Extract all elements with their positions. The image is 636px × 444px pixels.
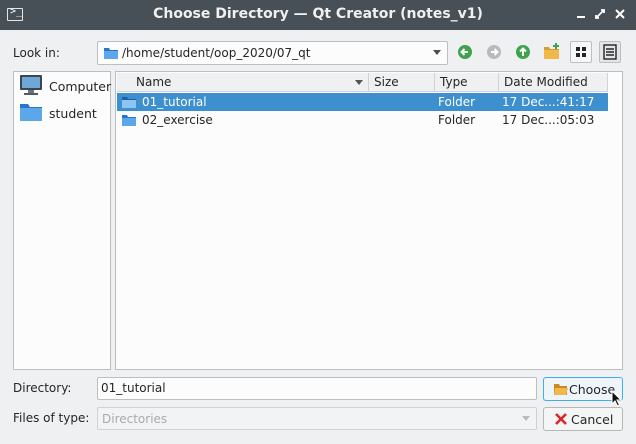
look-in-path: /home/student/oop_2020/07_qt: [122, 46, 311, 60]
computer-icon: [20, 75, 42, 95]
look-in-label: Look in:: [13, 46, 60, 60]
column-header-label: Type: [440, 75, 468, 89]
sidebar-item-computer[interactable]: Computer: [17, 74, 112, 98]
detail-view-button[interactable]: [599, 41, 621, 63]
parent-directory-button[interactable]: [512, 41, 534, 63]
minimize-button[interactable]: [574, 7, 588, 21]
back-button[interactable]: [454, 41, 476, 63]
sidebar-item-student[interactable]: student: [17, 101, 109, 125]
new-folder-button[interactable]: [541, 41, 563, 63]
forward-button[interactable]: [483, 41, 505, 63]
sort-indicator-icon: [355, 80, 363, 85]
table-row[interactable]: 02_exercise Folder 17 Dec...:05:03: [117, 111, 608, 129]
up-arrow-icon: [516, 45, 530, 59]
column-header-label: Name: [136, 75, 172, 89]
directory-input[interactable]: 01_tutorial: [97, 377, 537, 400]
sidebar-item-label: student: [49, 106, 97, 121]
new-folder-icon: [544, 43, 559, 59]
folder-icon: [122, 115, 136, 126]
chevron-down-icon: [433, 50, 441, 55]
column-header-name[interactable]: Name: [117, 73, 369, 92]
file-name: 02_exercise: [142, 113, 213, 127]
forward-arrow-icon: [487, 45, 501, 59]
window-title: Choose Directory — Qt Creator (notes_v1): [153, 6, 483, 22]
title-bar: >_ Choose Directory — Qt Creator (notes_…: [0, 0, 636, 30]
file-list: Name Size Type Date Modified 01_tutorial…: [115, 71, 623, 370]
folder-open-icon: [554, 384, 568, 395]
file-date: 17 Dec...:41:17: [502, 95, 595, 109]
close-button[interactable]: [613, 7, 627, 21]
choose-button-label: Choose: [569, 382, 616, 397]
folder-icon: [122, 97, 136, 108]
cancel-icon: [555, 413, 567, 425]
back-arrow-icon: [458, 45, 472, 59]
folder-icon: [104, 48, 118, 59]
column-header-date-modified[interactable]: Date Modified: [499, 73, 608, 92]
file-type: Folder: [438, 113, 476, 127]
detail-view-icon: [603, 44, 617, 60]
column-header-label: Date Modified: [504, 75, 588, 89]
maximize-icon: [595, 9, 605, 19]
maximize-button[interactable]: [593, 7, 607, 21]
sidebar-item-label: Computer: [49, 79, 112, 94]
chevron-down-icon: [522, 416, 530, 421]
column-header-size[interactable]: Size: [369, 73, 435, 92]
files-of-type-value: Directories: [102, 412, 168, 426]
list-view-icon: [576, 47, 586, 57]
mouse-cursor-icon: [611, 390, 623, 407]
cancel-button-label: Cancel: [571, 412, 614, 427]
column-header-type[interactable]: Type: [435, 73, 499, 92]
files-of-type-combo[interactable]: Directories: [97, 407, 537, 430]
look-in-combo[interactable]: /home/student/oop_2020/07_qt: [97, 41, 448, 65]
files-of-type-label: Files of type:: [13, 411, 90, 425]
directory-value: 01_tutorial: [101, 381, 166, 395]
minimize-icon: [577, 16, 585, 18]
close-icon: [615, 9, 625, 19]
table-row[interactable]: 01_tutorial Folder 17 Dec...:41:17: [117, 93, 608, 111]
cancel-button[interactable]: Cancel: [543, 407, 623, 431]
list-view-button[interactable]: [570, 41, 592, 63]
file-list-header: Name Size Type Date Modified: [117, 73, 608, 92]
directory-label: Directory:: [13, 381, 72, 395]
file-name: 01_tutorial: [142, 95, 207, 109]
folder-icon: [20, 104, 42, 121]
file-type: Folder: [438, 95, 476, 109]
column-header-label: Size: [374, 75, 399, 89]
sidebar: Computer student: [13, 71, 111, 370]
file-date: 17 Dec...:05:03: [502, 113, 595, 127]
